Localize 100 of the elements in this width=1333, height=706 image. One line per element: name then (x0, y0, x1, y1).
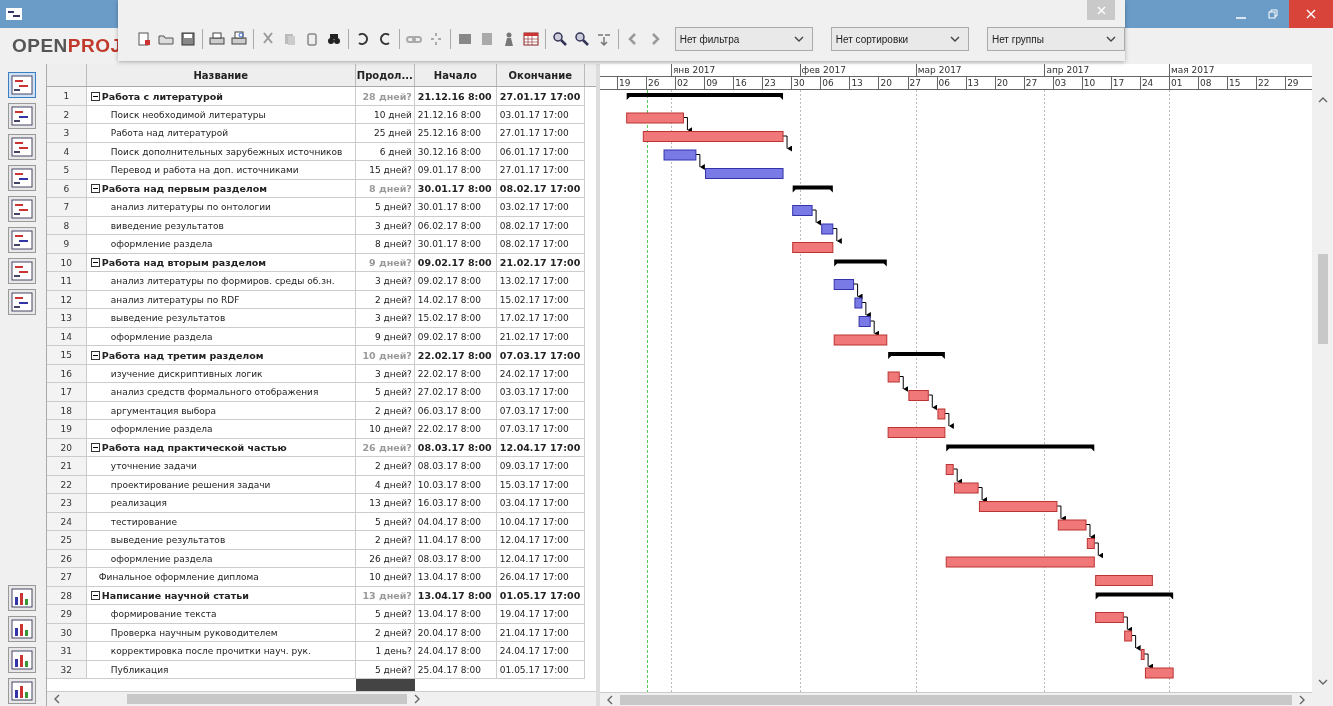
collapse-toggle[interactable] (90, 591, 100, 601)
duration-cell: 2 дней? (355, 531, 415, 550)
week-label: 06 (938, 77, 950, 89)
task-bar[interactable] (1140, 649, 1145, 660)
end-cell: 24.04.17 17:00 (496, 642, 585, 661)
start-cell: 30.01.17 8:00 (414, 235, 497, 254)
task-name: Работа над вторым разделом (101, 257, 267, 269)
collapse-toggle[interactable] (90, 184, 100, 194)
collapse-toggle[interactable] (90, 91, 100, 101)
duration-cell: 10 дней? (355, 420, 415, 439)
scrollbar-thumb[interactable] (126, 694, 407, 705)
start-cell: 21.12.16 8:00 (414, 105, 497, 125)
task-bar[interactable] (833, 279, 855, 290)
chevron-up-icon[interactable] (1317, 96, 1328, 104)
chevron-right-icon[interactable] (412, 694, 421, 705)
task-bar[interactable] (858, 316, 871, 327)
row-number: 26 (46, 549, 87, 569)
start-cell: 25.12.16 8:00 (414, 124, 497, 143)
task-name: анализ литературы по онтологии (110, 202, 271, 213)
column-header[interactable]: Продол... (355, 64, 415, 87)
vertical-scrollbar[interactable] (1312, 64, 1333, 706)
chevron-down-icon (1106, 35, 1117, 43)
scrollbar-thumb[interactable] (620, 694, 1292, 705)
dependency-arrow (853, 283, 863, 300)
bar-chart-icon[interactable] (8, 585, 36, 611)
chevron-right-icon[interactable] (1298, 694, 1306, 705)
dependency-arrow (811, 209, 822, 226)
task-name: анализ литературы по RDF (110, 294, 240, 305)
horizontal-scrollbar[interactable] (600, 692, 1312, 706)
summary-bar[interactable] (1095, 592, 1174, 600)
summary-bar[interactable] (888, 352, 945, 359)
column-header[interactable]: Начало (414, 64, 497, 87)
week-label: 06 (822, 77, 834, 89)
row-number: 20 (46, 438, 87, 458)
zoom-out-icon[interactable] (573, 31, 590, 47)
printer-icon[interactable] (208, 31, 225, 47)
task-name: тестирование (110, 516, 177, 527)
binoculars-icon[interactable] (325, 31, 342, 47)
duration-cell: 13 дней? (355, 494, 415, 513)
column-header[interactable]: Название (86, 64, 356, 87)
row-number: 8 (46, 216, 87, 236)
chevron-left-icon[interactable] (606, 694, 614, 705)
task-bar[interactable] (1086, 538, 1095, 549)
row-number: 29 (46, 605, 87, 624)
calendar-icon[interactable] (522, 31, 539, 47)
task-bar[interactable] (1144, 667, 1174, 679)
scroll-to-task-icon[interactable] (595, 31, 612, 47)
chevron-down-icon[interactable] (1317, 678, 1328, 686)
start-cell: 09.01.17 8:00 (414, 161, 497, 180)
task-name: проектирование решения задачи (110, 479, 271, 490)
end-cell: 19.04.17 17:00 (496, 605, 585, 624)
new-document-icon[interactable] (136, 31, 152, 47)
task-name: оформление раздела (110, 553, 213, 564)
column-header[interactable]: Окончание (496, 64, 585, 87)
row-number: 10 (46, 253, 87, 273)
start-cell: 15.02.17 8:00 (414, 309, 497, 328)
dependency-arrow (1143, 653, 1154, 670)
collapse-toggle[interactable] (90, 350, 100, 360)
dependency-arrow (1085, 524, 1095, 540)
task-name: оформление раздела (110, 424, 213, 435)
summary-bar[interactable] (834, 259, 887, 267)
dependency-arrow (861, 302, 871, 318)
end-cell: 01.05.17 17:00 (496, 660, 585, 680)
start-cell: 21.12.16 8:00 (414, 87, 497, 106)
end-cell: 08.02.17 17:00 (496, 216, 585, 236)
zoom-in-icon[interactable] (551, 31, 568, 47)
horizontal-scrollbar[interactable] (46, 691, 596, 706)
filter-dropdown[interactable]: Нет фильтра (674, 27, 813, 51)
summary-bar[interactable] (792, 185, 833, 193)
duration-cell: 10 дней (355, 105, 415, 125)
summary-bar[interactable] (946, 444, 1095, 452)
duration-cell: 3 дней? (355, 272, 415, 291)
resize-handle[interactable] (355, 679, 415, 692)
group-dropdown[interactable]: Нет группы (986, 27, 1126, 51)
task-bar[interactable] (1124, 630, 1133, 642)
row-number: 17 (46, 383, 87, 402)
task-bar[interactable] (854, 297, 863, 309)
end-cell: 07.03.17 17:00 (496, 346, 585, 365)
week-label: 10 (1083, 77, 1096, 89)
row-number: 22 (46, 475, 87, 495)
end-cell: 12.04.17 17:00 (496, 549, 585, 569)
row-number: 28 (46, 586, 87, 606)
scrollbar-thumb[interactable] (1317, 254, 1328, 344)
summary-bar[interactable] (626, 93, 784, 100)
gantt-chart-icon[interactable] (8, 72, 36, 98)
dependency-arrow (927, 394, 938, 411)
chevron-left-icon[interactable] (52, 694, 61, 705)
week-label: 26 (648, 77, 660, 89)
end-cell: 06.01.17 17:00 (496, 142, 585, 162)
collapse-toggle[interactable] (90, 443, 100, 453)
dependency-arrow (944, 413, 954, 429)
collapse-toggle[interactable] (90, 258, 100, 268)
sort-dropdown[interactable]: Нет сортировки (830, 27, 969, 51)
start-cell: 16.03.17 8:00 (414, 494, 497, 513)
end-cell: 09.03.17 17:00 (496, 457, 585, 476)
start-cell: 09.02.17 8:00 (414, 272, 497, 291)
week-label: 22 (1258, 77, 1270, 89)
row-number: 19 (46, 420, 87, 439)
week-label: 17 (1112, 77, 1125, 89)
print-preview-icon[interactable] (230, 31, 247, 47)
